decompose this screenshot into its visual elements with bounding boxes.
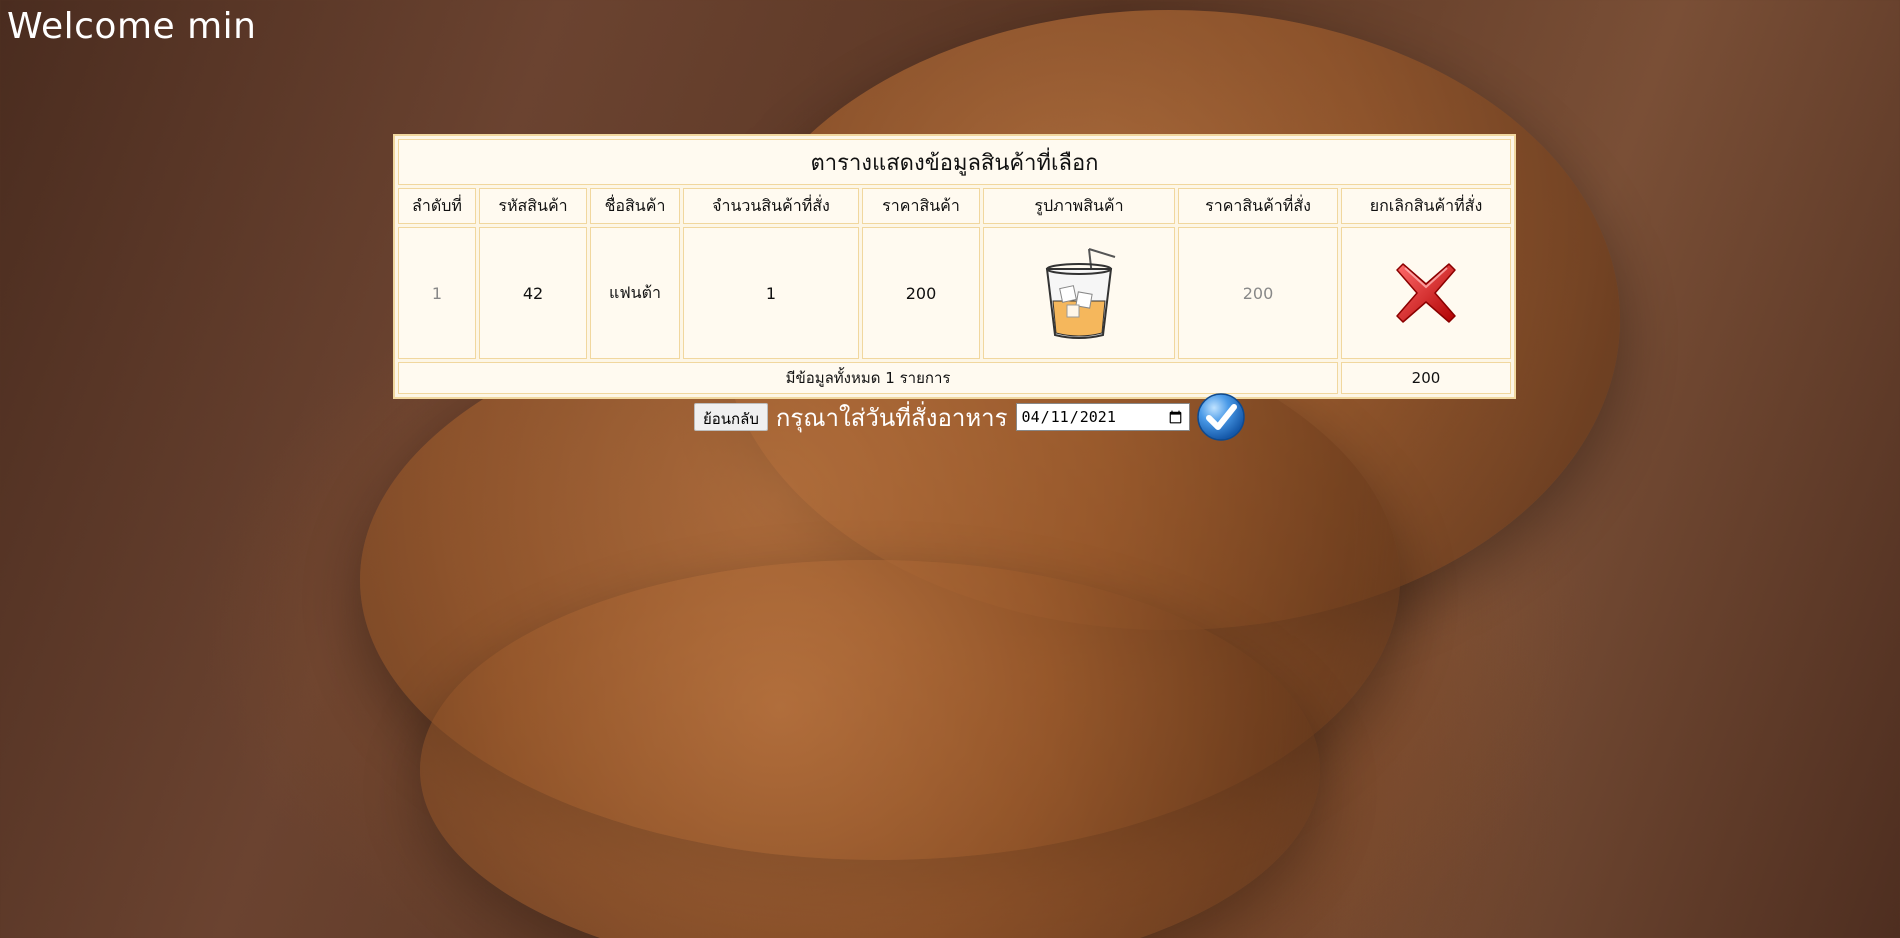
column-header: ลำดับที่: [398, 188, 476, 224]
order-quantity: 1: [683, 227, 859, 359]
table-row: 1 42 แฟนต้า 1 200 200: [398, 227, 1511, 359]
order-controls: ย้อนกลับ กรุณาใส่วันที่สั่งอาหาร: [694, 392, 1246, 442]
product-image-cell: [983, 227, 1175, 359]
table-footer-row: มีข้อมูลทั้งหมด 1 รายการ 200: [398, 362, 1511, 394]
ordered-price: 200: [1178, 227, 1338, 359]
cancel-cell: [1341, 227, 1511, 359]
column-header: ยกเลิกสินค้าที่สั่ง: [1341, 188, 1511, 224]
column-header: ชื่อสินค้า: [590, 188, 680, 224]
product-name: แฟนต้า: [590, 227, 680, 359]
table-header-row: ลำดับที่ รหัสสินค้า ชื่อสินค้า จำนวนสินค…: [398, 188, 1511, 224]
column-header: ราคาสินค้าที่สั่ง: [1178, 188, 1338, 224]
date-prompt: กรุณาใส่วันที่สั่งอาหาร: [775, 403, 1008, 432]
product-code: 42: [479, 227, 587, 359]
order-date-input[interactable]: [1015, 403, 1190, 431]
table-caption: ตารางแสดงข้อมูลสินค้าที่เลือก: [398, 139, 1511, 185]
total-price: 200: [1341, 362, 1511, 394]
blue-check-icon[interactable]: [1196, 392, 1246, 442]
back-button[interactable]: ย้อนกลับ: [694, 403, 768, 431]
column-header: รูปภาพสินค้า: [983, 188, 1175, 224]
column-header: รหัสสินค้า: [479, 188, 587, 224]
row-index: 1: [398, 227, 476, 359]
red-x-icon[interactable]: [1393, 260, 1459, 326]
summary-text: มีข้อมูลทั้งหมด 1 รายการ: [398, 362, 1338, 394]
column-header: ราคาสินค้า: [862, 188, 980, 224]
product-price: 200: [862, 227, 980, 359]
column-header: จำนวนสินค้าที่สั่ง: [683, 188, 859, 224]
welcome-text: Welcome min: [7, 6, 257, 47]
order-table: ตารางแสดงข้อมูลสินค้าที่เลือก ลำดับที่ ร…: [393, 134, 1516, 399]
iced-drink-icon: [1045, 248, 1116, 339]
